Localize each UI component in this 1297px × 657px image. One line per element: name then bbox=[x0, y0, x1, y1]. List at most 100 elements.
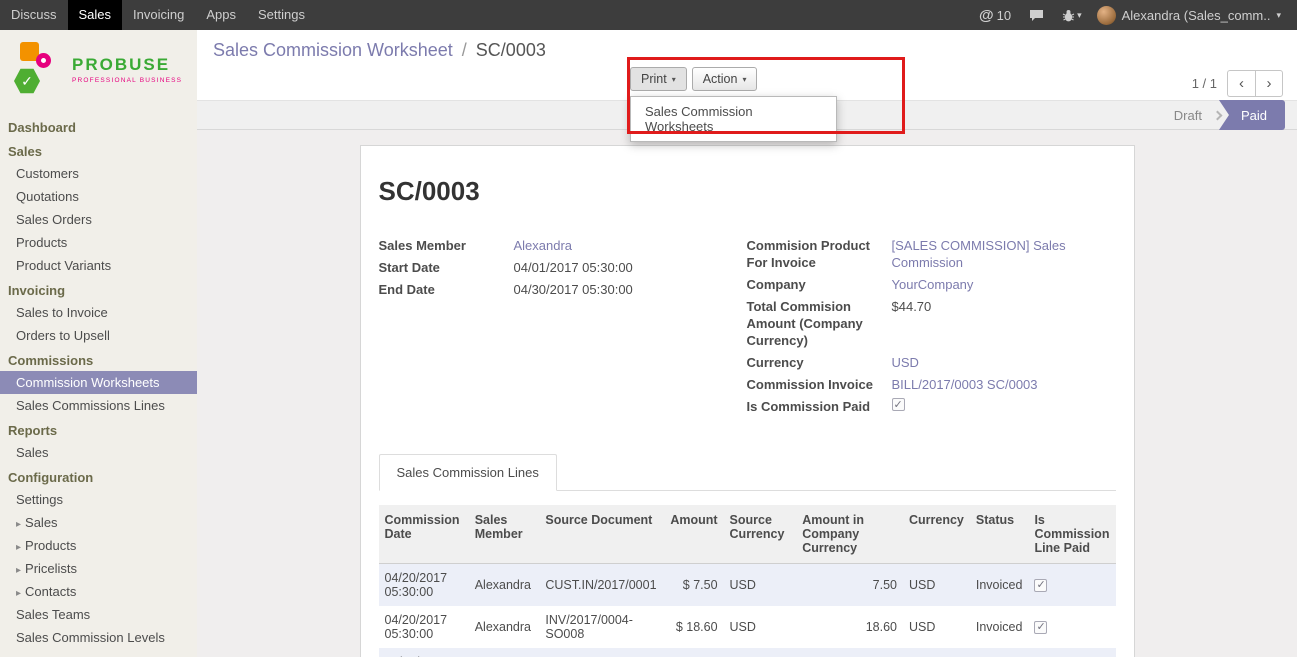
col-commission-date[interactable]: Commission Date bbox=[379, 505, 469, 564]
sidebar-item-config-pricelists[interactable]: ▸Pricelists bbox=[0, 557, 197, 580]
bug-icon bbox=[1062, 9, 1075, 22]
messages-button[interactable] bbox=[1020, 9, 1053, 22]
sidebar-item-sales-teams[interactable]: Sales Teams bbox=[0, 603, 197, 626]
sidebar-section-configuration[interactable]: Configuration bbox=[0, 464, 197, 488]
mention-count: 10 bbox=[997, 8, 1011, 23]
field-value-sales-member[interactable]: Alexandra bbox=[514, 237, 573, 254]
print-button[interactable]: Print▾ bbox=[630, 67, 687, 91]
at-icon: @ bbox=[979, 7, 994, 24]
sidebar-item-dashboard[interactable]: Dashboard bbox=[0, 114, 197, 138]
top-menu: Discuss Sales Invoicing Apps Settings bbox=[0, 0, 316, 30]
chevron-right-icon bbox=[1213, 110, 1223, 120]
sidebar-item-config-contacts[interactable]: ▸Contacts bbox=[0, 580, 197, 603]
sidebar-item-quotations[interactable]: Quotations bbox=[0, 185, 197, 208]
menu-sales[interactable]: Sales bbox=[68, 0, 123, 30]
user-name: Alexandra (Sales_comm.. bbox=[1122, 8, 1271, 23]
sidebar-section-commissions[interactable]: Commissions bbox=[0, 347, 197, 371]
brand-name: PROBUSE bbox=[72, 55, 182, 75]
field-label-commission-invoice: Commission Invoice bbox=[747, 376, 892, 393]
field-label-is-commission-paid: Is Commission Paid bbox=[747, 398, 892, 415]
record-title: SC/0003 bbox=[379, 176, 1116, 207]
breadcrumb-current: SC/0003 bbox=[476, 40, 546, 60]
menu-discuss[interactable]: Discuss bbox=[0, 0, 68, 30]
sidebar-item-sales-to-invoice[interactable]: Sales to Invoice bbox=[0, 301, 197, 324]
field-value-currency[interactable]: USD bbox=[892, 354, 919, 371]
field-label-end-date: End Date bbox=[379, 281, 514, 298]
menu-invoicing[interactable]: Invoicing bbox=[122, 0, 195, 30]
sidebar-item-sales-commissions-lines[interactable]: Sales Commissions Lines bbox=[0, 394, 197, 417]
col-source-document[interactable]: Source Document bbox=[539, 505, 662, 564]
form-sheet: SC/0003 Sales Member Alexandra Start Dat… bbox=[360, 145, 1135, 657]
pager: 1 / 1 ‹ › bbox=[1192, 70, 1283, 97]
sidebar-item-product-variants[interactable]: Product Variants bbox=[0, 254, 197, 277]
sidebar-item-products[interactable]: Products bbox=[0, 231, 197, 254]
user-menu[interactable]: Alexandra (Sales_comm.. ▾ bbox=[1091, 6, 1287, 25]
sidebar-item-commission-worksheets[interactable]: Commission Worksheets bbox=[0, 371, 197, 394]
state-draft[interactable]: Draft bbox=[1162, 108, 1214, 123]
expand-caret-icon: ▸ bbox=[16, 542, 21, 553]
sidebar-item-sales-commission-levels[interactable]: Sales Commission Levels bbox=[0, 626, 197, 649]
col-amount-company-currency[interactable]: Amount in Company Currency bbox=[796, 505, 903, 564]
breadcrumb-parent[interactable]: Sales Commission Worksheet bbox=[213, 40, 453, 60]
pager-previous-button[interactable]: ‹ bbox=[1227, 70, 1255, 97]
sidebar-section-invoicing[interactable]: Invoicing bbox=[0, 277, 197, 301]
col-currency[interactable]: Currency bbox=[903, 505, 970, 564]
notebook-tabs: Sales Commission Lines bbox=[379, 454, 1116, 491]
field-label-start-date: Start Date bbox=[379, 259, 514, 276]
col-sales-member[interactable]: Sales Member bbox=[469, 505, 540, 564]
print-dropdown-menu: Sales Commission Worksheets bbox=[630, 96, 837, 142]
control-panel: Sales Commission Worksheet / SC/0003 Pri… bbox=[197, 30, 1297, 100]
sidebar-item-settings[interactable]: Settings bbox=[0, 488, 197, 511]
field-value-commission-invoice[interactable]: BILL/2017/0003 SC/0003 bbox=[892, 376, 1038, 393]
sidebar-item-customers[interactable]: Customers bbox=[0, 162, 197, 185]
action-button[interactable]: Action▾ bbox=[692, 67, 758, 91]
col-amount[interactable]: Amount bbox=[663, 505, 724, 564]
form-view: SC/0003 Sales Member Alexandra Start Dat… bbox=[197, 130, 1297, 657]
field-label-company: Company bbox=[747, 276, 892, 293]
col-source-currency[interactable]: Source Currency bbox=[724, 505, 797, 564]
field-value-total-commission: $44.70 bbox=[892, 298, 932, 349]
avatar bbox=[1097, 6, 1116, 25]
action-toolbar: Print▾ Action▾ bbox=[630, 67, 757, 91]
table-row[interactable]: 04/20/2017 10:35:53 Alexandra SO008 $ 18… bbox=[379, 648, 1116, 657]
sidebar-item-config-products[interactable]: ▸Products bbox=[0, 534, 197, 557]
pager-next-button[interactable]: › bbox=[1255, 70, 1283, 97]
state-paid[interactable]: Paid bbox=[1219, 100, 1285, 130]
menu-item-sales-commission-worksheets[interactable]: Sales Commission Worksheets bbox=[631, 97, 836, 141]
mentions-button[interactable]: @ 10 bbox=[970, 7, 1020, 24]
sidebar-item-reports-sales[interactable]: Sales bbox=[0, 441, 197, 464]
logo-icon: ✓ bbox=[12, 42, 64, 96]
chevron-down-icon: ▾ bbox=[672, 75, 676, 84]
field-value-company[interactable]: YourCompany bbox=[892, 276, 974, 293]
breadcrumb-separator: / bbox=[462, 40, 467, 60]
table-row[interactable]: 04/20/2017 05:30:00 Alexandra INV/2017/0… bbox=[379, 606, 1116, 648]
sidebar-section-reports[interactable]: Reports bbox=[0, 417, 197, 441]
menu-settings[interactable]: Settings bbox=[247, 0, 316, 30]
field-value-start-date: 04/01/2017 05:30:00 bbox=[514, 259, 633, 276]
sidebar-section-sales[interactable]: Sales bbox=[0, 138, 197, 162]
col-is-commission-line-paid[interactable]: Is Commission Line Paid bbox=[1028, 505, 1115, 564]
pager-value[interactable]: 1 / 1 bbox=[1192, 76, 1217, 91]
chevron-down-icon: ▾ bbox=[742, 75, 746, 84]
field-groups: Sales Member Alexandra Start Date 04/01/… bbox=[379, 237, 1116, 420]
tab-sales-commission-lines[interactable]: Sales Commission Lines bbox=[379, 454, 557, 491]
sidebar-item-orders-to-upsell[interactable]: Orders to Upsell bbox=[0, 324, 197, 347]
logo-check-hexagon-icon: ✓ bbox=[14, 68, 40, 94]
company-logo[interactable]: ✓ PROBUSE PROFESSIONAL BUSINESS bbox=[0, 30, 197, 106]
app-sidebar: ✓ PROBUSE PROFESSIONAL BUSINESS Dashboar… bbox=[0, 30, 197, 657]
sidebar-item-config-sales[interactable]: ▸Sales bbox=[0, 511, 197, 534]
sidebar-nav: Dashboard Sales Customers Quotations Sal… bbox=[0, 106, 197, 649]
field-label-total-commission: Total Commision Amount (Company Currency… bbox=[747, 298, 892, 349]
expand-caret-icon: ▸ bbox=[16, 519, 21, 530]
chat-bubble-icon bbox=[1029, 9, 1044, 22]
top-navbar: Discuss Sales Invoicing Apps Settings @ … bbox=[0, 0, 1297, 30]
line-paid-checkbox bbox=[1034, 579, 1047, 592]
field-value-commission-product[interactable]: [SALES COMMISSION] Sales Commission bbox=[892, 237, 1067, 271]
col-status[interactable]: Status bbox=[970, 505, 1029, 564]
field-value-end-date: 04/30/2017 05:30:00 bbox=[514, 281, 633, 298]
logo-text: PROBUSE PROFESSIONAL BUSINESS bbox=[72, 55, 182, 84]
table-row[interactable]: 04/20/2017 05:30:00 Alexandra CUST.IN/20… bbox=[379, 564, 1116, 607]
sidebar-item-sales-orders[interactable]: Sales Orders bbox=[0, 208, 197, 231]
menu-apps[interactable]: Apps bbox=[195, 0, 247, 30]
debug-menu-button[interactable]: ▾ bbox=[1053, 9, 1091, 22]
